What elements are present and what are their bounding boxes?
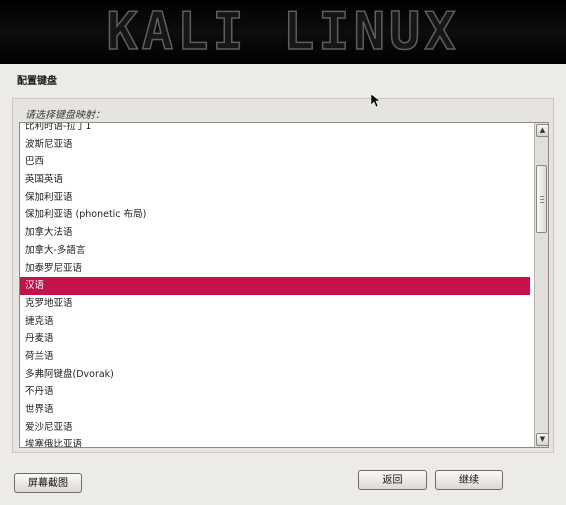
thumb-grip-line — [540, 199, 544, 200]
keymap-list-item[interactable]: 加泰罗尼亚语 — [20, 260, 532, 278]
keymap-list-item[interactable]: 克罗地亚语 — [20, 295, 532, 313]
keymap-list-item[interactable]: 爱沙尼亚语 — [20, 419, 532, 437]
keymap-list-item[interactable]: 捷克语 — [20, 313, 532, 331]
mouse-pointer-icon — [371, 94, 381, 108]
scroll-down-icon[interactable]: ▼ — [536, 433, 548, 446]
keymap-panel: 请选择键盘映射： 比利时语-拉丁1 波斯尼亚语 巴西 英国英语 保加利亚语 保加利亚语 (… — [12, 98, 554, 453]
keymap-list-item[interactable]: 加拿大-多語言 — [20, 242, 532, 260]
kali-logo-text: KALI LINUX — [106, 2, 460, 62]
scrollbar-thumb[interactable] — [536, 165, 547, 233]
keymap-list-item[interactable]: 不丹语 — [20, 383, 532, 401]
kali-header-banner: KALI LINUX — [0, 0, 566, 64]
keymap-list-item[interactable]: 保加利亚语 (phonetic 布局) — [20, 206, 532, 224]
keymap-prompt: 请选择键盘映射： — [25, 110, 105, 121]
keymap-list-item[interactable]: 埃塞俄比亚语 — [20, 436, 532, 447]
keymap-list-item[interactable]: 加拿大法语 — [20, 224, 532, 242]
keymap-list-item[interactable]: 比利时语-拉丁1 — [20, 123, 532, 136]
continue-button[interactable]: 继续 — [435, 470, 503, 490]
keymap-list-item[interactable]: 波斯尼亚语 — [20, 136, 532, 154]
screenshot-button[interactable]: 屏幕截图 — [14, 473, 82, 493]
keymap-list-item[interactable]: 巴西 — [20, 153, 532, 171]
thumb-grip-line — [540, 196, 544, 197]
vertical-scrollbar[interactable]: ▲ ▼ — [534, 123, 548, 447]
keymap-list-item[interactable]: 英国英语 — [20, 171, 532, 189]
back-button[interactable]: 返回 — [358, 470, 427, 490]
keymap-list-item[interactable]: 丹麦语 — [20, 330, 532, 348]
scroll-up-icon[interactable]: ▲ — [536, 124, 548, 137]
keymap-list-item[interactable]: 世界语 — [20, 401, 532, 419]
page-title: 配置键盘 — [17, 76, 57, 87]
keymap-list-item[interactable]: 保加利亚语 — [20, 189, 532, 207]
installer-page: 配置键盘 请选择键盘映射： 比利时语-拉丁1 波斯尼亚语 巴西 英国英语 保加利亚语 保加… — [0, 64, 566, 505]
keymap-list: 比利时语-拉丁1 波斯尼亚语 巴西 英国英语 保加利亚语 保加利亚语 (phonetic … — [20, 123, 532, 447]
keymap-list-item[interactable]: 汉语 — [20, 277, 530, 295]
keymap-listbox[interactable]: 比利时语-拉丁1 波斯尼亚语 巴西 英国英语 保加利亚语 保加利亚语 (phonetic … — [19, 122, 549, 448]
keymap-list-item[interactable]: 多弗阿键盘(Dvorak) — [20, 366, 532, 384]
keymap-list-item[interactable]: 荷兰语 — [20, 348, 532, 366]
thumb-grip-line — [540, 202, 544, 203]
